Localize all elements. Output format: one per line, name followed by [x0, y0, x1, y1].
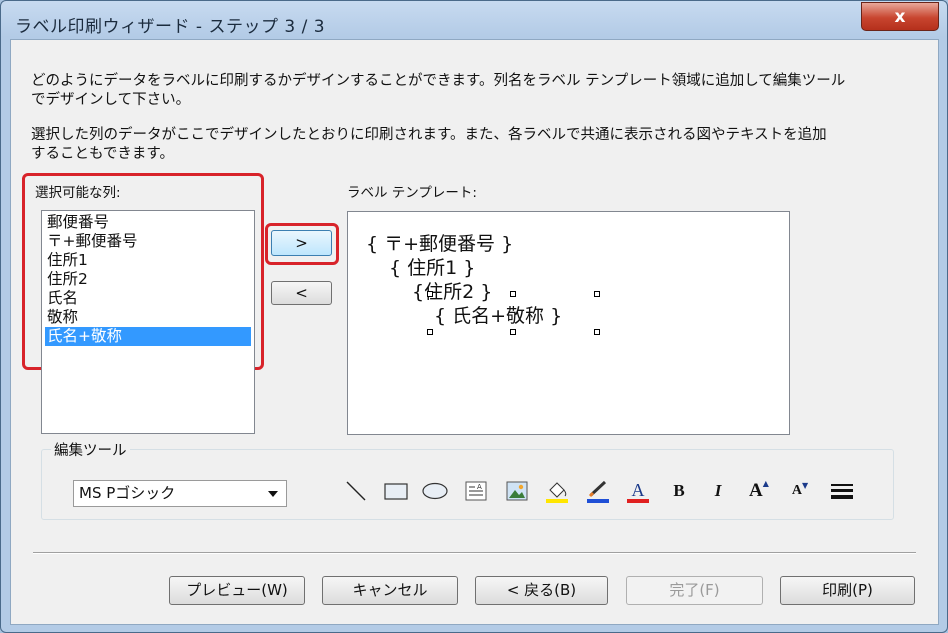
close-button[interactable]: x — [861, 2, 939, 31]
window-title: ラベル印刷ウィザード - ステップ 3 / 3 — [15, 17, 326, 37]
ellipse-icon[interactable] — [421, 477, 449, 505]
text-box-icon[interactable]: A — [462, 477, 490, 505]
finish-button[interactable]: 完了(F) — [626, 576, 763, 605]
line-weight-icon[interactable] — [828, 477, 856, 505]
selection-handle[interactable] — [427, 329, 433, 335]
list-item-mark-postal-code[interactable]: 〒+郵便番号 — [45, 232, 251, 251]
font-select[interactable]: MS Pゴシック — [73, 480, 287, 507]
line-icon[interactable] — [342, 477, 370, 505]
preview-button[interactable]: プレビュー(W) — [169, 576, 305, 605]
font-grow-icon[interactable]: A ▲ — [745, 477, 773, 505]
list-item-name-honorific[interactable]: 氏名+敬称 — [45, 327, 251, 346]
add-column-button[interactable]: > — [271, 230, 332, 256]
cancel-button[interactable]: キャンセル — [322, 576, 458, 605]
selection-handle[interactable] — [427, 291, 433, 297]
selection-handle[interactable] — [594, 291, 600, 297]
font-color-icon[interactable]: A — [624, 477, 652, 505]
font-shrink-icon[interactable]: A ▼ — [786, 477, 814, 505]
line-color-icon[interactable] — [584, 477, 612, 505]
description-line-4: することもできます。 — [31, 146, 174, 162]
title-bar[interactable]: ラベル印刷ウィザード - ステップ 3 / 3 x — [1, 1, 947, 41]
available-columns-label: 選択可能な列: — [35, 185, 121, 201]
fill-color-icon[interactable] — [543, 477, 571, 505]
selection-handle[interactable] — [510, 329, 516, 335]
edit-tools-label: 編集ツール — [51, 439, 130, 460]
grow-glyph: A — [749, 480, 763, 501]
footer-separator — [33, 552, 916, 554]
bold-icon[interactable]: B — [665, 477, 693, 505]
font-color-glyph: A — [632, 480, 645, 500]
selection-handle[interactable] — [510, 291, 516, 297]
list-item-honorific[interactable]: 敬称 — [45, 308, 251, 327]
template-field-name-honorific[interactable]: { 氏名+敬称 } — [434, 301, 562, 328]
selection-handle[interactable] — [594, 329, 600, 335]
bold-glyph: B — [673, 481, 685, 500]
svg-text:A: A — [477, 483, 482, 491]
description-line-1: どのようにデータをラベルに印刷するかデザインすることができます。列名をラベル テ… — [31, 73, 846, 89]
list-item-postal-code[interactable]: 郵便番号 — [45, 213, 251, 232]
label-template-canvas[interactable]: { 〒+郵便番号 } { 住所1 } {住所2 } { 氏名+敬称 } — [347, 211, 790, 435]
label-print-wizard-window: ラベル印刷ウィザード - ステップ 3 / 3 x どのようにデータをラベルに印… — [0, 0, 948, 633]
description-line-3: 選択した列のデータがここでデザインしたとおりに印刷されます。また、各ラベルで共通… — [31, 127, 827, 143]
back-button[interactable]: < 戻る(B) — [475, 576, 608, 605]
rectangle-icon[interactable] — [382, 477, 410, 505]
template-field-mark-postal[interactable]: { 〒+郵便番号 } — [366, 229, 513, 256]
font-select-value: MS Pゴシック — [79, 484, 176, 502]
available-columns-list[interactable]: 郵便番号 〒+郵便番号 住所1 住所2 氏名 敬称 氏名+敬称 — [41, 210, 255, 434]
remove-column-button[interactable]: < — [271, 281, 332, 305]
shrink-glyph: A — [791, 483, 802, 498]
template-field-address1[interactable]: { 住所1 } — [389, 253, 475, 280]
list-item-address1[interactable]: 住所1 — [45, 251, 251, 270]
print-button[interactable]: 印刷(P) — [780, 576, 915, 605]
italic-icon[interactable]: I — [704, 477, 732, 505]
list-item-name[interactable]: 氏名 — [45, 289, 251, 308]
description-line-2: でデザインして下さい。 — [31, 92, 191, 108]
label-template-label: ラベル テンプレート: — [347, 185, 477, 201]
italic-glyph: I — [714, 481, 722, 500]
template-field-address2[interactable]: {住所2 } — [412, 277, 492, 304]
list-item-address2[interactable]: 住所2 — [45, 270, 251, 289]
wizard-client-area: どのようにデータをラベルに印刷するかデザインすることができます。列名をラベル テ… — [10, 39, 939, 625]
image-icon[interactable] — [503, 477, 531, 505]
chevron-down-icon — [268, 491, 278, 497]
